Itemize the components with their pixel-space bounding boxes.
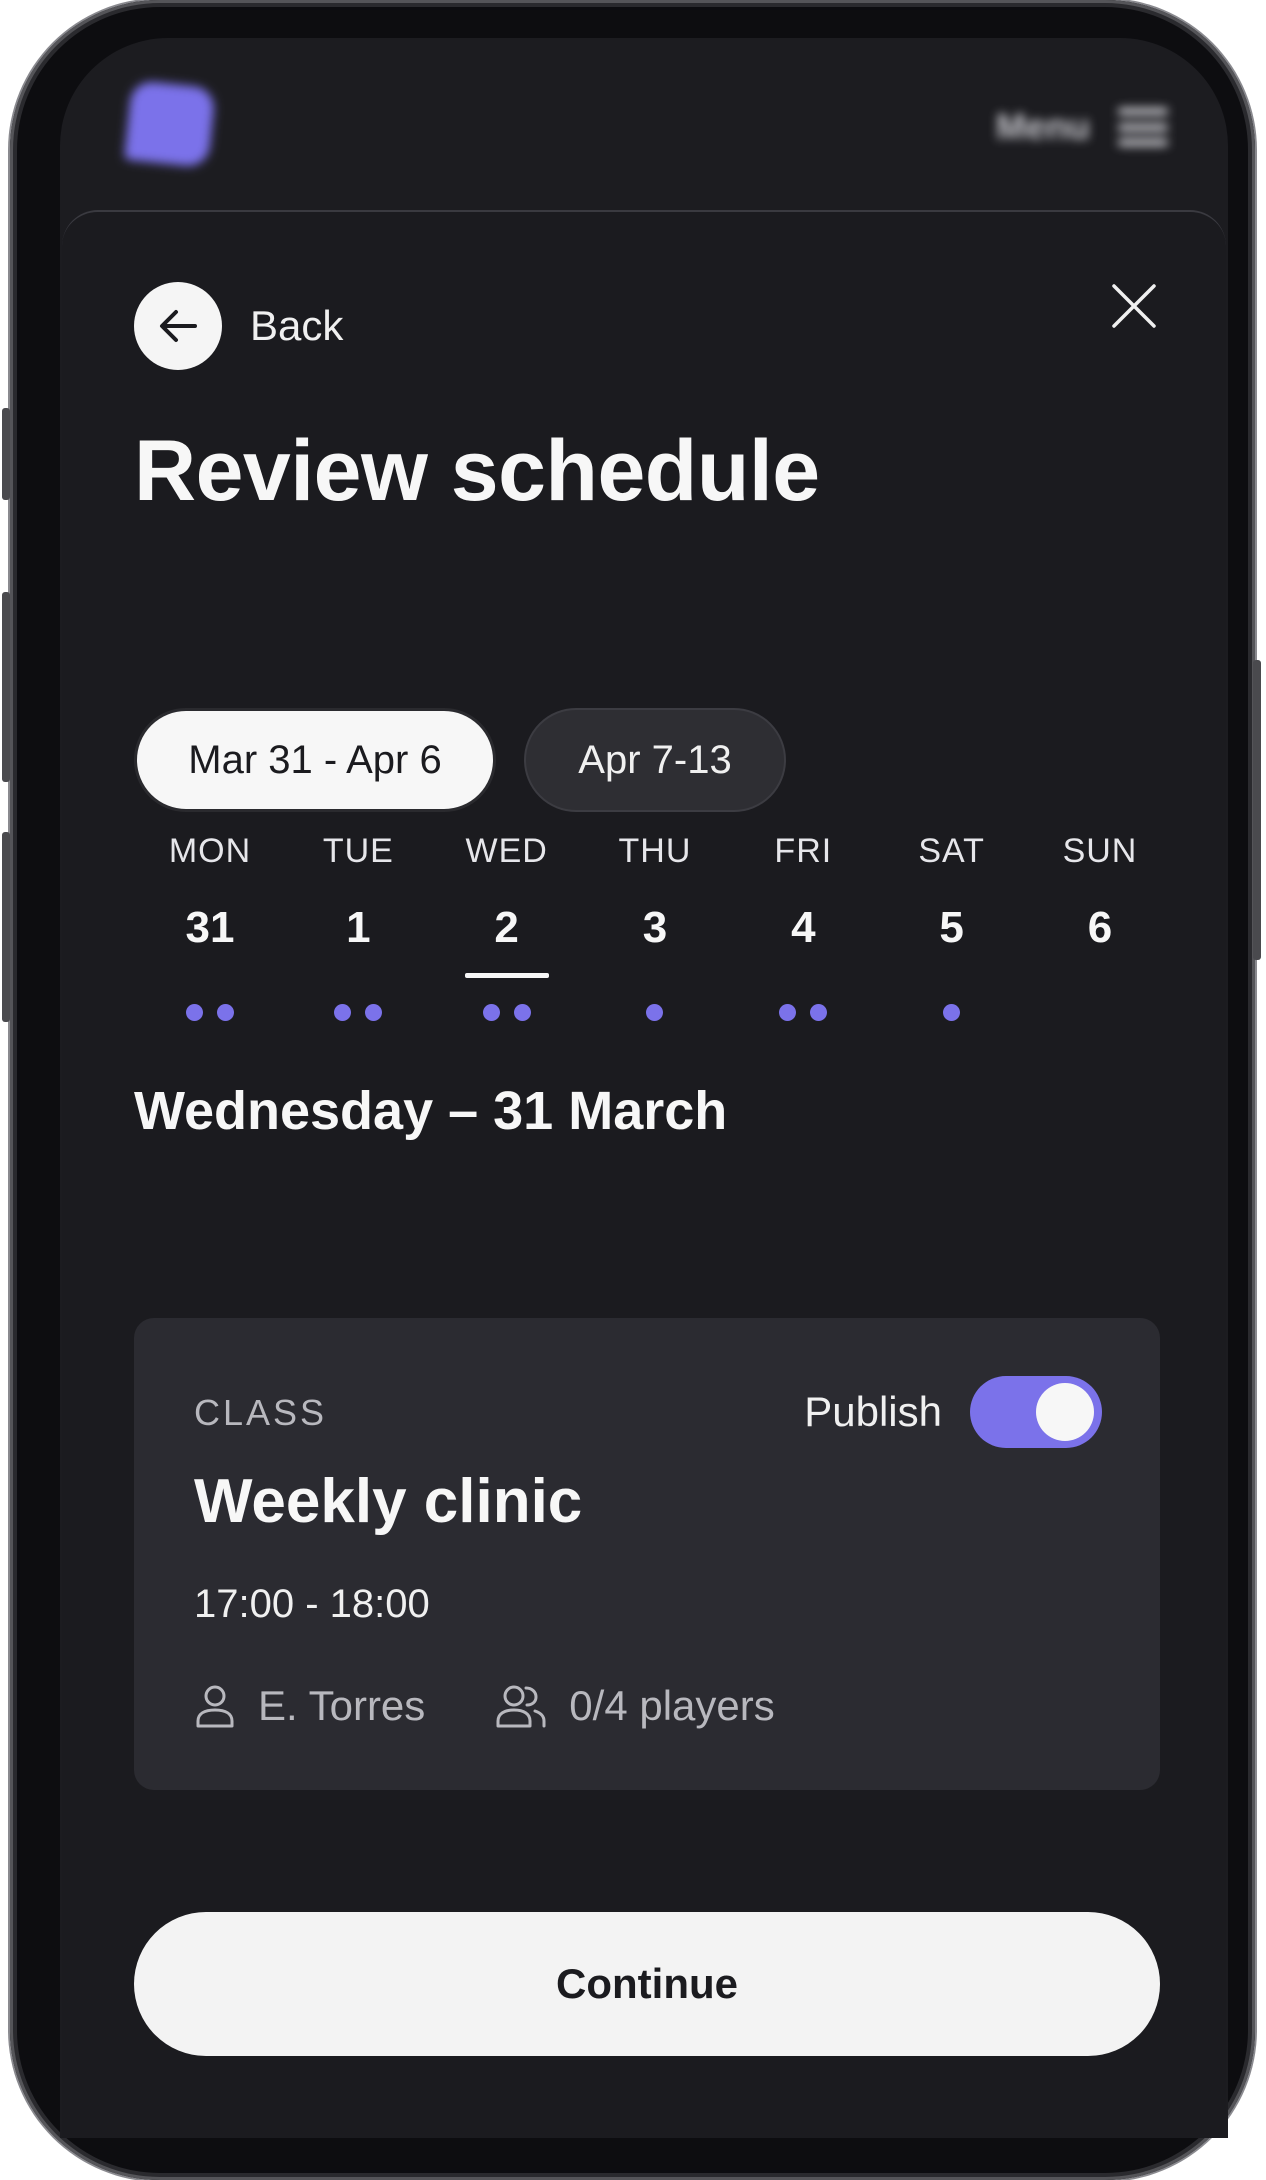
selected-day-indicator (464, 973, 549, 978)
event-dots (186, 1004, 234, 1022)
user-icon (196, 1685, 234, 1728)
week-tab-current[interactable]: Mar 31 - Apr 6 (134, 708, 496, 812)
event-dots (779, 1004, 828, 1022)
publish-control: Publish (804, 1376, 1102, 1448)
event-dot (186, 1004, 203, 1021)
day-number: 5 (939, 903, 964, 952)
volume-up-button (2, 592, 10, 782)
day-wed[interactable]: WED 2 (447, 832, 567, 1022)
day-indicator (613, 973, 697, 978)
close-button[interactable] (1102, 274, 1166, 338)
day-selector: MON 31 TUE 1 WED 2 THU 3 FRI 4 SAT 5 SUN 6 (150, 832, 1160, 1022)
day-name: WED (465, 832, 548, 870)
users-icon (496, 1685, 546, 1728)
event-dots (482, 1004, 531, 1022)
page-title: Review schedule (134, 423, 820, 519)
event-dot (513, 1004, 531, 1021)
session-title: Weekly clinic (194, 1467, 583, 1536)
publish-toggle[interactable] (970, 1376, 1102, 1448)
back-button[interactable]: Back (134, 282, 343, 370)
selected-date-heading: Wednesday – 31 March (134, 1081, 728, 1141)
continue-button[interactable]: Continue (134, 1912, 1160, 2056)
event-dot (365, 1004, 383, 1021)
day-indicator (910, 973, 994, 978)
players-count: 0/4 players (569, 1682, 775, 1729)
event-dot (810, 1004, 828, 1021)
event-dots (334, 1004, 383, 1022)
day-number: 3 (642, 903, 668, 952)
volume-down-button (2, 832, 10, 1022)
players-info: 0/4 players (495, 1682, 775, 1730)
day-fri[interactable]: FRI 4 (743, 832, 863, 1022)
phone-frame: Menu Back Review schedule Mar 31 - Apr 6 (2, 0, 1261, 2180)
day-indicator (761, 973, 845, 978)
arrow-left-icon (134, 282, 222, 370)
hamburger-icon (1118, 108, 1168, 146)
menu-button[interactable]: Menu (996, 106, 1168, 148)
session-meta: E. Torres 0/4 players (194, 1682, 775, 1730)
day-name: SAT (918, 832, 985, 870)
back-label: Back (250, 302, 344, 349)
event-dots (943, 1004, 961, 1022)
session-type: CLASS (194, 1392, 328, 1433)
app-logo (124, 79, 216, 169)
review-sheet: Back Review schedule Mar 31 - Apr 6 Apr … (62, 210, 1226, 2138)
day-sat[interactable]: SAT 5 (892, 832, 1012, 1022)
event-dot (482, 1004, 500, 1021)
event-dot (779, 1004, 797, 1021)
toggle-knob (1036, 1383, 1094, 1441)
day-name: FRI (774, 832, 833, 870)
day-number: 4 (791, 903, 816, 952)
app-screen: Menu Back Review schedule Mar 31 - Apr 6 (60, 38, 1228, 2138)
day-indicator (168, 973, 252, 978)
day-name: TUE (322, 832, 394, 870)
day-number: 2 (494, 903, 519, 952)
session-card[interactable]: CLASS Publish Weekly clinic 17:00 - 18:0… (134, 1318, 1160, 1790)
event-dot (646, 1004, 664, 1021)
day-thu[interactable]: THU 3 (595, 832, 715, 1022)
day-number: 6 (1087, 903, 1113, 952)
day-name: SUN (1062, 832, 1138, 870)
day-indicator (1058, 973, 1142, 978)
event-dot (334, 1004, 352, 1021)
mute-switch (2, 408, 10, 500)
day-name: THU (618, 832, 692, 870)
event-dot (217, 1004, 234, 1021)
menu-label: Menu (996, 106, 1090, 147)
day-mon[interactable]: MON 31 (150, 832, 270, 1022)
session-time: 17:00 - 18:00 (194, 1582, 430, 1626)
power-button (1253, 660, 1261, 960)
day-sun[interactable]: SUN 6 (1040, 832, 1160, 1022)
day-tue[interactable]: TUE 1 (298, 832, 418, 1022)
event-dots (646, 1004, 664, 1022)
publish-label: Publish (804, 1388, 942, 1435)
day-number: 31 (185, 903, 235, 952)
day-indicator (316, 973, 400, 978)
day-name: MON (168, 832, 252, 870)
event-dot (943, 1004, 961, 1021)
coach-info: E. Torres (194, 1682, 425, 1730)
week-tabs: Mar 31 - Apr 6 Apr 7-13 (134, 708, 786, 812)
week-tab-next[interactable]: Apr 7-13 (524, 708, 786, 812)
close-icon (1112, 284, 1156, 328)
day-number: 1 (346, 903, 371, 952)
coach-name: E. Torres (258, 1682, 426, 1729)
